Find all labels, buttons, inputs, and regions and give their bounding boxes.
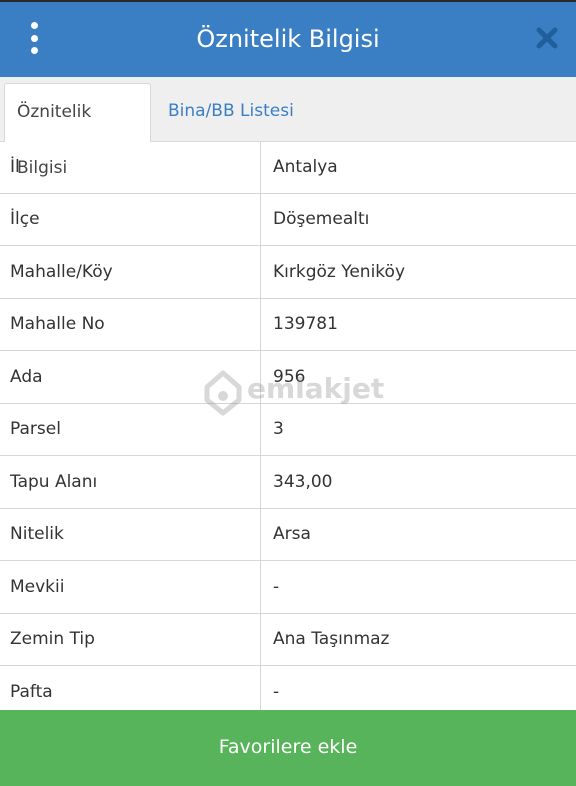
attribute-value: 343,00: [273, 471, 333, 492]
attribute-value: Döşemealtı: [273, 209, 370, 230]
attribute-value: Arsa: [273, 524, 311, 545]
attribute-value: 139781: [273, 314, 338, 335]
attribute-key: Mevkii: [0, 561, 261, 613]
table-row: Mahalle/Köy Kırkgöz Yeniköy: [0, 246, 576, 299]
table-row: Ada 956: [0, 351, 576, 404]
table-row: Parsel 3: [0, 403, 576, 456]
close-icon[interactable]: [536, 27, 558, 49]
attribute-key: Tapu Alanı: [0, 456, 261, 508]
attribute-table: İl Antalya İlçe Döşemealtı Mahalle/Köy K…: [0, 141, 576, 719]
attribute-value: 956: [273, 366, 306, 387]
attribute-value: Kırkgöz Yeniköy: [273, 261, 406, 282]
table-row: İl Antalya: [0, 141, 576, 194]
tab-bina-bb-listesi[interactable]: Bina/BB Listesi: [156, 83, 306, 141]
table-row: Mahalle No 139781: [0, 298, 576, 351]
table-row: Mevkii -: [0, 561, 576, 614]
attribute-value: -: [273, 576, 280, 597]
page-title: Öznitelik Bilgisi: [196, 25, 380, 53]
attribute-value: Antalya: [273, 156, 338, 177]
attribute-key: Nitelik: [0, 508, 261, 560]
attribute-key: Mahalle/Köy: [0, 246, 261, 298]
attribute-value: 3: [273, 419, 284, 440]
table-row: Nitelik Arsa: [0, 508, 576, 561]
attribute-value: -: [273, 681, 280, 702]
attribute-value: Ana Taşınmaz: [273, 629, 390, 650]
tab-oznitelik-bilgisi[interactable]: Öznitelik Bilgisi: [4, 83, 151, 178]
table-row: İlçe Döşemealtı: [0, 193, 576, 246]
attribute-key: Ada: [0, 351, 261, 403]
attribute-key: Mahalle No: [0, 298, 261, 350]
attribute-key: İlçe: [0, 193, 261, 245]
attribute-key: Parsel: [0, 403, 261, 455]
attribute-key: Zemin Tip: [0, 613, 261, 665]
table-row: Tapu Alanı 343,00: [0, 456, 576, 509]
tab-bar: Öznitelik Bilgisi Bina/BB Listesi: [0, 77, 576, 178]
top-app-bar: Öznitelik Bilgisi: [0, 0, 576, 77]
table-row: Zemin Tip Ana Taşınmaz: [0, 613, 576, 666]
attribute-key: İl: [0, 141, 261, 193]
add-to-favorites-button[interactable]: Favorilere ekle: [0, 710, 576, 786]
